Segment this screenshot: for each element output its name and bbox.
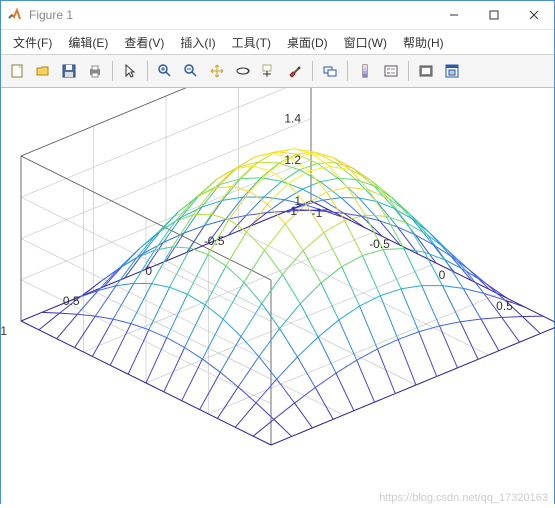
toolbar bbox=[1, 55, 554, 88]
dock-button[interactable] bbox=[440, 59, 464, 83]
menubar: 文件(F) 编辑(E) 查看(V) 插入(I) 工具(T) 桌面(D) 窗口(W… bbox=[1, 30, 554, 55]
window-controls bbox=[434, 1, 554, 29]
menu-desktop[interactable]: 桌面(D) bbox=[279, 32, 336, 53]
menu-tools[interactable]: 工具(T) bbox=[224, 32, 279, 53]
window-title: Figure 1 bbox=[29, 8, 434, 22]
colorbar-button[interactable] bbox=[353, 59, 377, 83]
svg-text:1: 1 bbox=[1, 324, 7, 338]
separator bbox=[408, 61, 409, 81]
pointer-button[interactable] bbox=[118, 59, 142, 83]
separator bbox=[312, 61, 313, 81]
svg-text:-0.5: -0.5 bbox=[369, 237, 390, 251]
menu-help[interactable]: 帮助(H) bbox=[395, 32, 452, 53]
rotate-3d-button[interactable] bbox=[231, 59, 255, 83]
brush-button[interactable] bbox=[283, 59, 307, 83]
separator bbox=[347, 61, 348, 81]
menu-window[interactable]: 窗口(W) bbox=[336, 32, 395, 53]
maximize-button[interactable] bbox=[474, 1, 514, 29]
menu-view[interactable]: 查看(V) bbox=[116, 32, 172, 53]
link-plot-button[interactable] bbox=[318, 59, 342, 83]
figure-window: Figure 1 文件(F) 编辑(E) 查看(V) 插入(I) 工具(T) 桌… bbox=[0, 0, 555, 504]
svg-text:-1: -1 bbox=[286, 204, 297, 218]
svg-text:0.5: 0.5 bbox=[496, 299, 513, 313]
separator bbox=[147, 61, 148, 81]
zoom-out-button[interactable] bbox=[179, 59, 203, 83]
matlab-icon bbox=[7, 7, 23, 23]
minimize-button[interactable] bbox=[434, 1, 474, 29]
watermark-text: https://blog.csdn.net/qq_17320163 bbox=[379, 492, 548, 504]
open-button[interactable] bbox=[31, 59, 55, 83]
menu-edit[interactable]: 编辑(E) bbox=[60, 32, 116, 53]
new-figure-button[interactable] bbox=[5, 59, 29, 83]
save-button[interactable] bbox=[57, 59, 81, 83]
legend-button[interactable] bbox=[379, 59, 403, 83]
svg-text:0: 0 bbox=[145, 264, 152, 278]
axes-3d[interactable]: 11.21.41.61.8-1-0.500.51-1-0.500.51 http… bbox=[1, 88, 554, 508]
hide-plot-tools-button[interactable] bbox=[414, 59, 438, 83]
print-button[interactable] bbox=[83, 59, 107, 83]
svg-text:1.4: 1.4 bbox=[284, 112, 301, 126]
svg-text:-1: -1 bbox=[312, 206, 323, 220]
menu-file[interactable]: 文件(F) bbox=[5, 32, 60, 53]
data-cursor-button[interactable] bbox=[257, 59, 281, 83]
svg-text:1.2: 1.2 bbox=[284, 153, 301, 167]
svg-text:-0.5: -0.5 bbox=[204, 234, 225, 248]
close-button[interactable] bbox=[514, 1, 554, 29]
titlebar[interactable]: Figure 1 bbox=[1, 1, 554, 30]
zoom-in-button[interactable] bbox=[153, 59, 177, 83]
menu-insert[interactable]: 插入(I) bbox=[172, 32, 223, 53]
pan-button[interactable] bbox=[205, 59, 229, 83]
svg-text:0: 0 bbox=[439, 268, 446, 282]
svg-text:0.5: 0.5 bbox=[63, 294, 80, 308]
separator bbox=[112, 61, 113, 81]
